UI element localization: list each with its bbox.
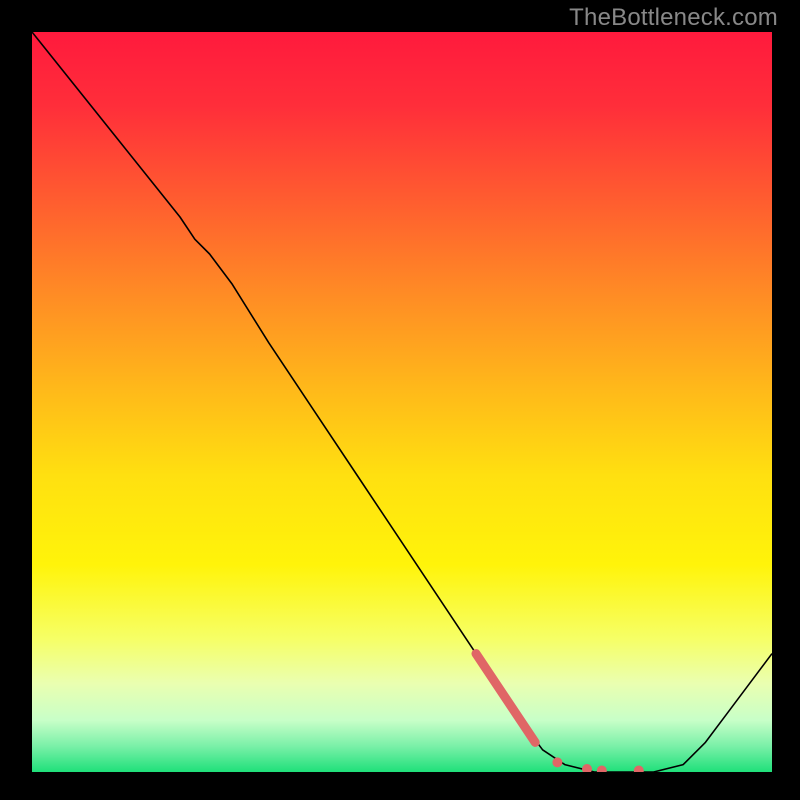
watermark-text: TheBottleneck.com bbox=[569, 4, 778, 32]
gradient-background bbox=[32, 32, 772, 772]
chart-frame: TheBottleneck.com bbox=[0, 0, 800, 800]
chart-svg bbox=[32, 32, 772, 772]
series-highlight-dots-pt-0 bbox=[552, 757, 562, 767]
plot-area bbox=[32, 32, 772, 772]
